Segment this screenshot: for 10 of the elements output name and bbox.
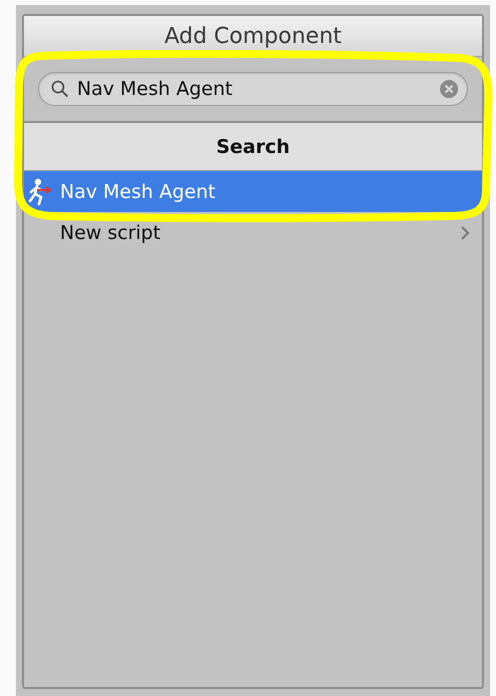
search-input[interactable]: Nav Mesh Agent bbox=[77, 78, 431, 100]
search-field[interactable]: Nav Mesh Agent bbox=[38, 72, 468, 106]
list-item[interactable]: New script bbox=[24, 212, 482, 253]
running-figure-icon bbox=[26, 178, 54, 206]
section-title: Search bbox=[216, 136, 290, 158]
list-item[interactable]: Nav Mesh Agent bbox=[24, 171, 482, 212]
search-icon bbox=[51, 80, 69, 98]
panel-title: Add Component bbox=[164, 24, 342, 48]
chevron-icon bbox=[460, 226, 470, 240]
clear-icon[interactable] bbox=[439, 79, 459, 99]
